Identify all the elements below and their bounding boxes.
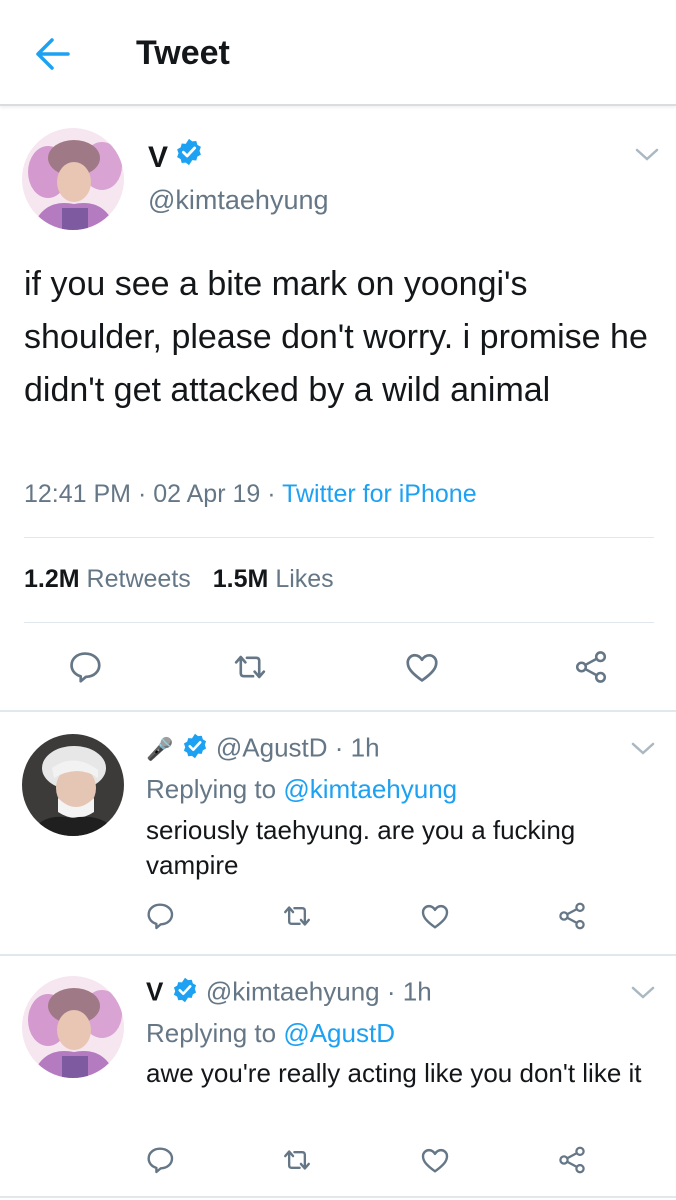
retweet-icon[interactable] (280, 900, 314, 937)
reply-author-handle[interactable]: @kimtaehyung (206, 976, 380, 1006)
author-name-text: V (148, 140, 169, 174)
reply-author-handle[interactable]: @AgustD (216, 732, 328, 762)
replying-to-link[interactable]: @kimtaehyung (283, 774, 457, 804)
tweet-source-link[interactable]: Twitter for iPhone (282, 480, 477, 508)
share-icon[interactable] (556, 900, 588, 937)
chevron-down-icon[interactable] (630, 740, 656, 758)
share-icon[interactable] (556, 1144, 588, 1181)
tweet-stats: 1.2M Retweets 1.5M Likes (24, 565, 334, 594)
reply-icon[interactable] (144, 900, 176, 937)
verified-badge-icon (181, 732, 209, 767)
likes-stat[interactable]: 1.5M Likes (213, 565, 334, 593)
retweet-icon[interactable] (230, 648, 270, 691)
reply-header: V @kimtaehyung · 1h (146, 976, 432, 1011)
meta-separator: · (386, 976, 396, 1007)
reply-header: 🎤 @AgustD · 1h (146, 732, 380, 767)
tweet-time: 12:41 PM (24, 480, 132, 508)
reply-age: 1h (402, 976, 432, 1007)
replying-to: Replying to @kimtaehyung (146, 774, 457, 805)
microphone-emoji: 🎤 (146, 736, 174, 762)
divider (0, 710, 676, 712)
back-arrow-icon[interactable] (32, 36, 72, 72)
likes-label: Likes (275, 565, 334, 593)
retweet-icon[interactable] (280, 1144, 314, 1181)
replying-to-label: Replying to (146, 774, 277, 804)
avatar[interactable] (22, 734, 124, 836)
retweets-stat[interactable]: 1.2M Retweets (24, 565, 191, 593)
chevron-down-icon[interactable] (630, 984, 656, 1002)
share-icon[interactable] (572, 648, 610, 691)
reply-author-name[interactable]: V (146, 976, 163, 1006)
meta-separator: · (334, 732, 344, 763)
divider (24, 622, 654, 623)
divider (24, 537, 654, 538)
reply-icon[interactable] (66, 648, 104, 691)
reply-icon[interactable] (144, 1144, 176, 1181)
avatar[interactable] (22, 976, 124, 1078)
page-title: Tweet (136, 34, 230, 72)
retweets-count: 1.2M (24, 565, 80, 593)
meta-separator: · (267, 480, 276, 508)
tweet-meta: 12:41 PM · 02 Apr 19 · Twitter for iPhon… (24, 480, 477, 509)
reply-text: awe you're really acting like you don't … (146, 1058, 642, 1088)
tweet-author-handle[interactable]: @kimtaehyung (148, 185, 329, 216)
tweet-author-name[interactable]: V (148, 137, 204, 178)
top-bar: Tweet (0, 0, 676, 106)
chevron-down-icon[interactable] (634, 146, 660, 164)
verified-badge-icon (171, 976, 199, 1011)
like-icon[interactable] (402, 648, 442, 691)
like-icon[interactable] (418, 900, 452, 937)
likes-count: 1.5M (212, 565, 269, 593)
avatar[interactable] (22, 128, 124, 230)
replying-to: Replying to @AgustD (146, 1018, 395, 1049)
divider (0, 954, 676, 956)
tweet-text: if you see a bite mark on yoongi's shoul… (24, 265, 648, 409)
retweets-label: Retweets (86, 565, 191, 593)
divider (0, 1196, 676, 1198)
reply-text: seriously taehyung. are you a fucking va… (146, 815, 576, 880)
like-icon[interactable] (418, 1144, 452, 1181)
tweet-date: 02 Apr 19 (153, 480, 261, 508)
meta-separator: · (137, 480, 147, 508)
replying-to-label: Replying to (146, 1018, 277, 1048)
reply-age: 1h (350, 732, 380, 763)
verified-badge-icon (174, 137, 204, 175)
replying-to-link[interactable]: @AgustD (283, 1018, 395, 1048)
